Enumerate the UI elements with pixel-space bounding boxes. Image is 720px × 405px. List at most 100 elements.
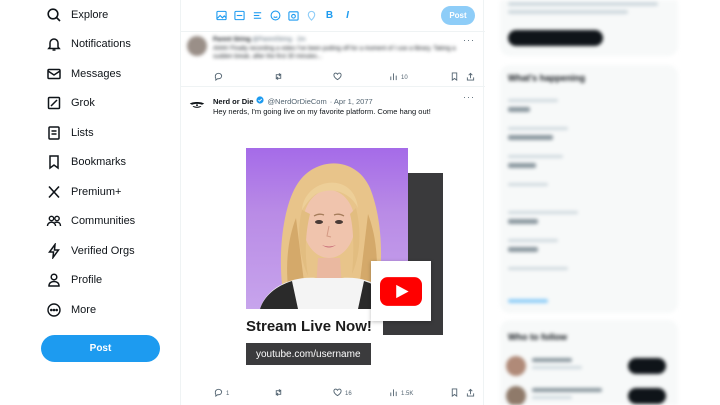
tweet-text: Hey nerds, I'm going live on my favorite…: [213, 107, 431, 116]
views-button[interactable]: 10: [389, 72, 408, 83]
tweet-date[interactable]: · Apr 1, 2077: [330, 97, 373, 106]
sidebar-item-label: Messages: [71, 68, 122, 80]
trend-topic[interactable]: [508, 219, 538, 224]
reply-count: 1: [226, 390, 230, 397]
views-button[interactable]: 1.5K: [389, 388, 413, 399]
location-icon[interactable]: [305, 9, 318, 22]
author-handle[interactable]: @NerdOrDieCom: [267, 97, 326, 106]
sidebar-item-lists[interactable]: Lists: [44, 121, 94, 145]
list-icon: [44, 123, 64, 143]
emoji-icon[interactable]: [269, 9, 282, 22]
bell-icon: [44, 34, 64, 54]
bookmark-button[interactable]: [450, 72, 459, 83]
sidebar-item-label: Explore: [71, 9, 109, 21]
sidebar-item-label: Verified Orgs: [71, 245, 135, 257]
sidebar-item-profile[interactable]: Profile: [44, 268, 102, 292]
tweet-header: Parent String @ParentString · 2m: [213, 37, 305, 43]
sidebar-item-premium[interactable]: Premium+: [44, 180, 121, 204]
sidebar-item-verified-orgs[interactable]: Verified Orgs: [44, 239, 135, 263]
repost-icon: [274, 388, 283, 399]
bookmark-icon: [44, 152, 64, 172]
author-name[interactable]: Parent String: [213, 37, 251, 43]
italic-icon[interactable]: I: [341, 9, 354, 22]
search-icon: [44, 5, 64, 25]
like-button[interactable]: [333, 72, 342, 83]
avatar[interactable]: [506, 356, 526, 376]
composer-post-button[interactable]: Post: [441, 6, 475, 25]
sidebar-item-label: Bookmarks: [71, 156, 127, 168]
show-more-link[interactable]: [508, 299, 548, 303]
post-button[interactable]: Post: [41, 335, 160, 362]
gif-icon[interactable]: [233, 9, 246, 22]
avatar[interactable]: [187, 36, 207, 56]
composer-toolbar: B I: [215, 9, 354, 22]
sidebar-item-messages[interactable]: Messages: [44, 62, 121, 86]
sidebar-item-label: Lists: [71, 127, 94, 139]
person-icon: [44, 270, 64, 290]
heart-icon: [333, 72, 342, 83]
views-icon: [389, 388, 398, 399]
reply-icon: [214, 388, 223, 399]
bold-icon[interactable]: B: [323, 9, 336, 22]
follow-title: Who to follow: [508, 332, 567, 342]
sidebar-item-more[interactable]: More: [44, 298, 96, 322]
more-options-icon[interactable]: ···: [463, 92, 475, 102]
share-button[interactable]: [466, 388, 475, 399]
card-headline: Stream Live Now!: [246, 318, 372, 335]
image-icon[interactable]: [215, 9, 228, 22]
sidebar-item-label: Grok: [71, 97, 95, 109]
avatar[interactable]: [506, 386, 526, 405]
sidebar-item-label: Notifications: [71, 38, 131, 50]
more-circle-icon: [44, 300, 64, 320]
reply-button[interactable]: [214, 72, 223, 83]
follow-button[interactable]: [628, 388, 666, 404]
tweet[interactable]: Parent String @ParentString · 2m Ahhh! F…: [181, 33, 485, 87]
sidebar-item-notifications[interactable]: Notifications: [44, 32, 131, 56]
nerd-or-die-logo-icon: [189, 101, 205, 108]
trend-meta: [508, 183, 548, 186]
sidebar-item-explore[interactable]: Explore: [44, 3, 108, 27]
sidebar-item-label: More: [71, 304, 97, 316]
repost-button[interactable]: [274, 388, 283, 399]
more-options-icon[interactable]: ···: [463, 35, 475, 45]
sidebar-item-label: Communities: [71, 215, 136, 227]
author-handle: @ParentString · 2m: [252, 37, 306, 43]
upgrade-button[interactable]: [508, 30, 603, 46]
tweet-media-card[interactable]: Stream Live Now! youtube.com/username: [246, 148, 456, 368]
follow-button[interactable]: [628, 358, 666, 374]
trend-meta: [508, 127, 568, 130]
like-button[interactable]: 16: [333, 388, 352, 399]
sidebar-item-label: Profile: [71, 274, 103, 286]
lightning-icon: [44, 241, 64, 261]
tweet-actions: 10: [214, 72, 476, 84]
bookmark-icon: [450, 72, 459, 83]
share-icon: [466, 72, 475, 83]
like-count: 16: [345, 390, 352, 397]
sidebar-item-bookmarks[interactable]: Bookmarks: [44, 150, 126, 174]
schedule-icon[interactable]: [287, 9, 300, 22]
tweet[interactable]: Nerd or Die @NerdOrDieCom · Apr 1, 2077 …: [181, 88, 485, 405]
trend-topic[interactable]: [508, 135, 553, 140]
trend-topic[interactable]: [508, 107, 530, 112]
trends-title: What's happening: [508, 73, 586, 83]
repost-button[interactable]: [274, 72, 283, 83]
bookmark-button[interactable]: [450, 388, 459, 399]
trend-topic[interactable]: [508, 163, 536, 168]
card-url[interactable]: youtube.com/username: [246, 343, 371, 365]
avatar[interactable]: [187, 95, 207, 115]
author-name[interactable]: Nerd or Die: [213, 97, 253, 106]
trend-topic[interactable]: [508, 247, 538, 252]
reply-button[interactable]: 1: [214, 388, 229, 399]
follow-handle: [532, 366, 582, 369]
sidebar-item-grok[interactable]: Grok: [44, 91, 95, 115]
tweet-header: Nerd or Die @NerdOrDieCom · Apr 1, 2077: [213, 96, 373, 106]
trend-meta: [508, 239, 558, 242]
bookmark-icon: [450, 388, 459, 399]
envelope-icon: [44, 64, 64, 84]
views-icon: [389, 72, 398, 83]
poll-icon[interactable]: [251, 9, 264, 22]
share-button[interactable]: [466, 72, 475, 83]
upsell-text-line: [508, 10, 628, 14]
sidebar-item-communities[interactable]: Communities: [44, 209, 135, 233]
who-to-follow-box: Who to follow: [500, 320, 678, 405]
